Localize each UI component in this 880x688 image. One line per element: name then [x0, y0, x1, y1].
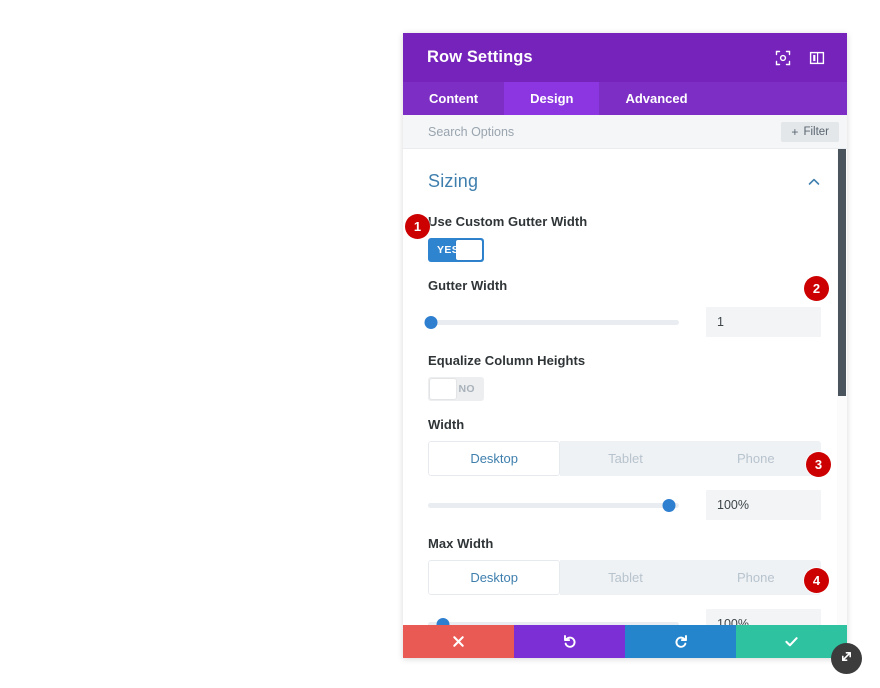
header-icon-group	[774, 49, 825, 66]
layout-panel-icon[interactable]	[808, 49, 825, 66]
redo-button[interactable]	[625, 625, 736, 658]
undo-arrow-icon	[562, 634, 578, 650]
toggle-equalize-column-heights[interactable]: NO	[428, 377, 484, 401]
modal-header: Row Settings	[403, 33, 847, 82]
device-tabs-max-width: Desktop Tablet Phone	[428, 560, 821, 595]
chevron-up-icon[interactable]	[807, 175, 821, 189]
field-width: Width Desktop Tablet Phone 100%	[428, 417, 821, 520]
toggle-knob	[456, 240, 482, 260]
row-settings-modal: Row Settings Content Design Advanced Sea…	[403, 33, 847, 658]
section-title: Sizing	[428, 171, 479, 191]
device-tab-desktop[interactable]: Desktop	[428, 560, 561, 595]
device-tab-tablet[interactable]: Tablet	[560, 441, 691, 476]
slider-knob[interactable]	[424, 315, 437, 329]
scrollbar-track[interactable]	[837, 149, 847, 658]
slider-track	[428, 502, 679, 508]
tab-advanced[interactable]: Advanced	[599, 82, 713, 115]
modal-tab-bar: Content Design Advanced	[403, 82, 847, 115]
annotation-badge-3: 3	[806, 452, 831, 477]
tab-content[interactable]: Content	[403, 82, 504, 115]
close-x-icon	[451, 634, 466, 649]
resize-handle[interactable]	[831, 643, 862, 674]
page-title: Row Settings	[427, 48, 533, 66]
device-tab-desktop[interactable]: Desktop	[428, 441, 561, 476]
field-label-use-custom-gutter-width: Use Custom Gutter Width	[428, 214, 588, 229]
tab-design[interactable]: Design	[504, 82, 600, 115]
settings-scroll-area: Sizing Use Custom Gutter Width YES Gutte…	[403, 149, 847, 658]
slider-track	[428, 319, 679, 325]
save-button[interactable]	[736, 625, 847, 658]
slider-width[interactable]	[428, 495, 679, 515]
slider-knob[interactable]	[662, 498, 676, 512]
annotation-badge-2: 2	[804, 276, 829, 301]
annotation-badge-1: 1	[405, 214, 430, 239]
section-header-sizing[interactable]: Sizing	[428, 149, 821, 198]
settings-content: Sizing Use Custom Gutter Width YES Gutte…	[403, 149, 847, 658]
filter-button-label: Filter	[803, 125, 829, 138]
screen-root: Row Settings Content Design Advanced Sea…	[0, 0, 880, 688]
slider-gutter-width[interactable]	[424, 312, 679, 332]
redo-arrow-icon	[673, 634, 689, 650]
filter-button[interactable]: + Filter	[781, 121, 839, 142]
slider-row-gutter-width: 1	[424, 307, 821, 337]
slider-row-width: 100%	[428, 490, 821, 520]
undo-button[interactable]	[514, 625, 625, 658]
device-tab-phone[interactable]: Phone	[690, 560, 821, 595]
modal-action-bar	[403, 625, 847, 658]
toggle-state-label: NO	[458, 383, 475, 395]
focus-target-icon[interactable]	[774, 49, 791, 66]
search-bar: + Filter	[403, 115, 847, 149]
toggle-knob	[430, 379, 456, 399]
field-label-width: Width	[428, 417, 465, 432]
checkmark-icon	[783, 633, 800, 650]
field-max-width: Max Width Desktop Tablet Phone 100%	[428, 536, 821, 639]
annotation-badge-4: 4	[804, 568, 829, 593]
diagonal-resize-icon	[838, 648, 855, 670]
device-tab-phone[interactable]: Phone	[690, 441, 821, 476]
search-input[interactable]	[428, 124, 782, 139]
field-use-custom-gutter-width: Use Custom Gutter Width YES	[428, 214, 821, 262]
field-label-max-width: Max Width	[428, 536, 494, 551]
device-tabs-width: Desktop Tablet Phone	[428, 441, 821, 476]
field-label-gutter-width: Gutter Width	[428, 278, 508, 293]
input-width[interactable]: 100%	[706, 490, 821, 520]
input-gutter-width[interactable]: 1	[706, 307, 821, 337]
plus-icon: +	[791, 124, 799, 139]
field-equalize-column-heights: Equalize Column Heights NO	[428, 353, 821, 401]
scrollbar-thumb[interactable]	[838, 149, 846, 396]
device-tab-tablet[interactable]: Tablet	[560, 560, 691, 595]
field-gutter-width: Gutter Width 1	[424, 278, 821, 337]
cancel-button[interactable]	[403, 625, 514, 658]
field-label-equalize-column-heights: Equalize Column Heights	[428, 353, 586, 368]
toggle-state-label: YES	[437, 244, 460, 256]
toggle-use-custom-gutter-width[interactable]: YES	[428, 238, 484, 262]
